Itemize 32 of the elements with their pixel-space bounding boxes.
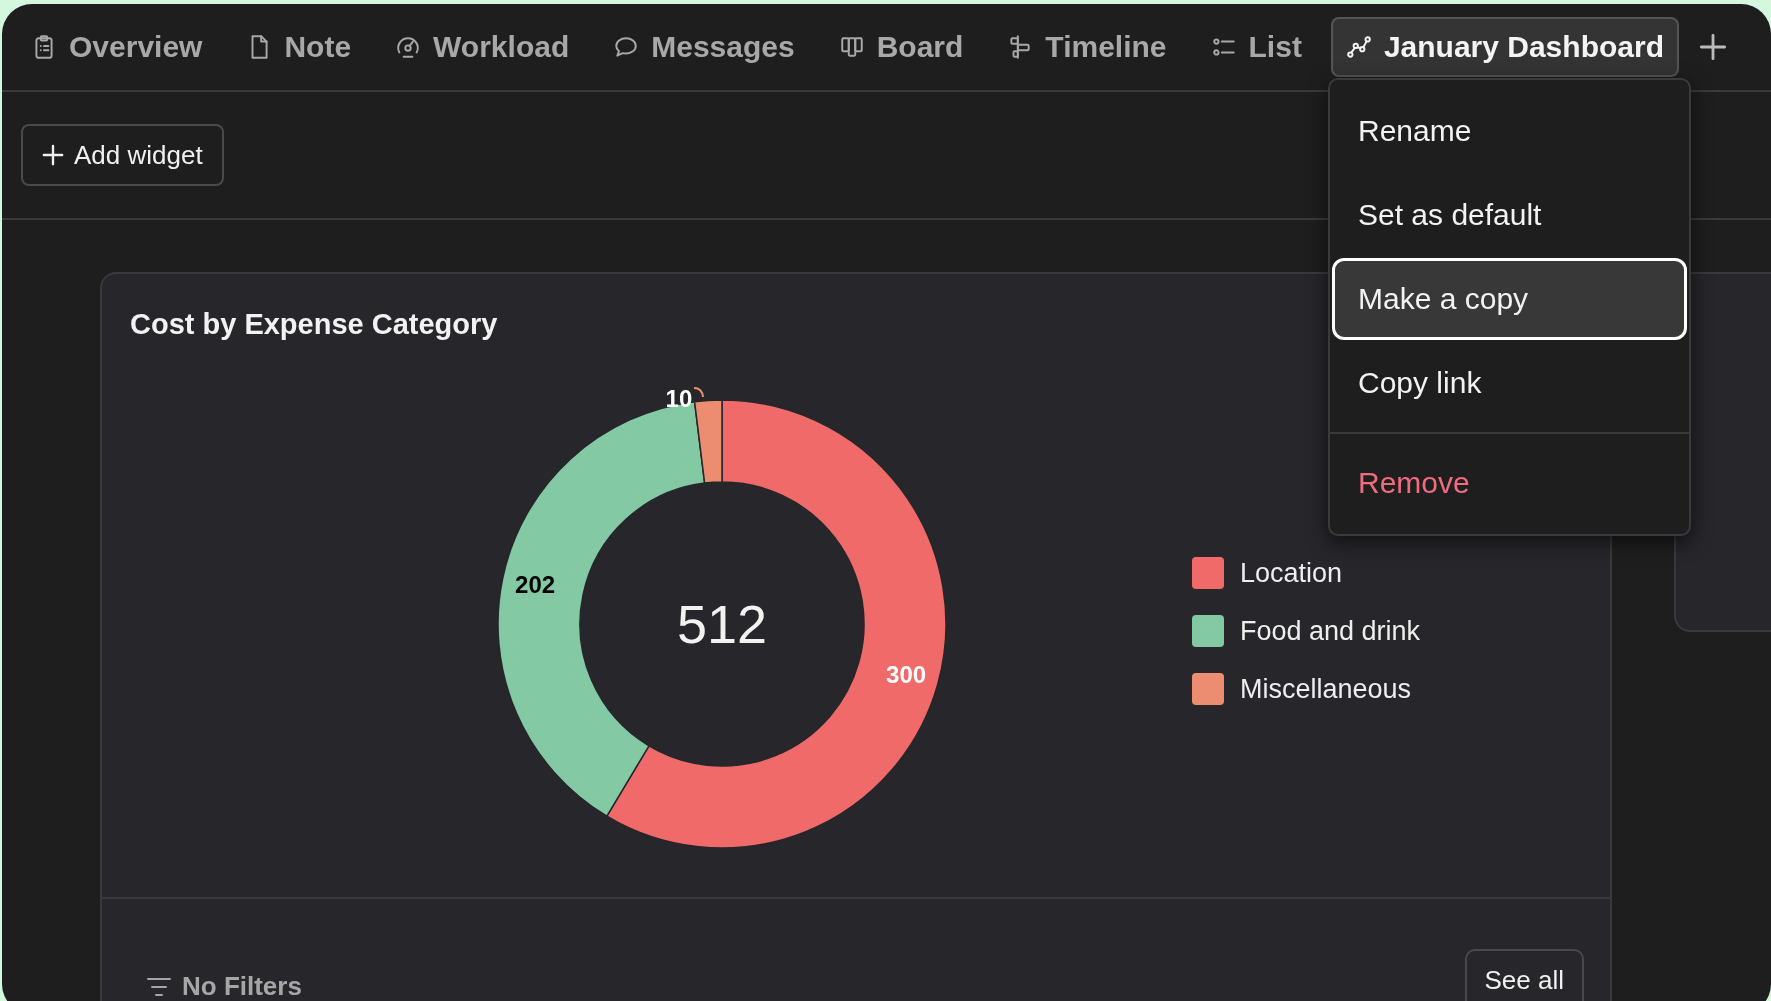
speech-bubble-icon [613,34,640,60]
total-value: 512 [676,594,768,654]
filter-status: No Filters [182,971,302,1001]
data-label: 300 [886,661,927,689]
legend-label: Location [1240,557,1343,589]
tab[interactable]: Workload [380,17,585,77]
legend-label: Miscellaneous [1240,673,1412,705]
menu-item[interactable]: Copy link [1332,342,1687,424]
columns-icon [838,34,865,60]
data-label: 202 [515,570,556,598]
tab[interactable]: List [1195,17,1317,77]
add-icon [42,144,64,166]
tab[interactable]: Note [231,17,367,77]
data-label: 10 [665,384,693,412]
tab[interactable]: Board [823,17,979,77]
menu-item[interactable]: Rename [1332,90,1687,172]
tab[interactable]: Messages [598,17,810,77]
leader-line [693,387,704,398]
filter-icon [146,975,172,998]
menu-item[interactable]: Make a copy [1332,258,1687,340]
tab[interactable]: Timeline [992,17,1182,77]
menu-item[interactable]: Set as default [1332,174,1687,256]
graph-icon [1345,34,1372,60]
tab[interactable]: Overview [16,17,218,77]
add-widget-button[interactable]: Add widget [21,124,224,186]
gauge-icon [395,34,422,60]
widget-title: Cost by Expense Category [130,308,499,341]
see-all-button[interactable]: See all [1464,949,1584,1001]
add-icon[interactable] [1698,33,1727,61]
menu-item[interactable]: Remove [1332,442,1687,524]
legend-label: Food and drink [1240,615,1421,647]
tab[interactable]: January Dashboard [1330,17,1679,77]
